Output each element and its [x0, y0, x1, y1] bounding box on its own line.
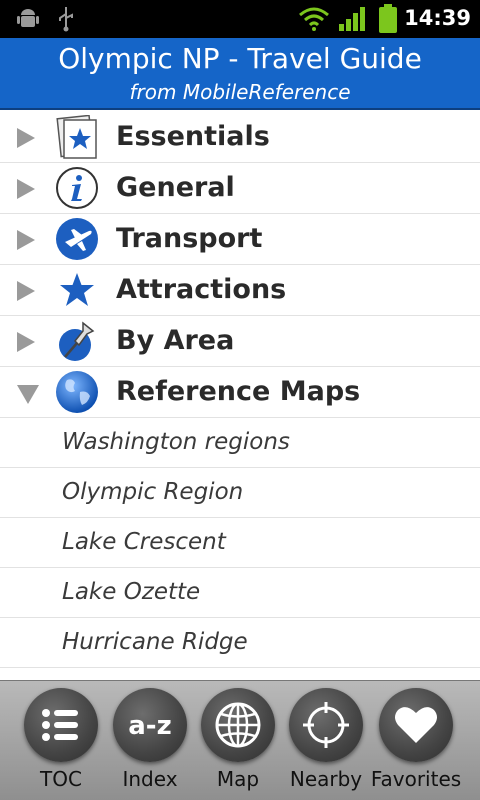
pushpin-icon [59, 321, 95, 361]
tab-label: Map [216, 767, 260, 791]
category-attractions[interactable]: Attractions [0, 265, 480, 316]
map-item-label: Hurricane Ridge [62, 629, 248, 655]
tab-label: TOC [40, 767, 82, 791]
map-item-label: Lake Crescent [62, 529, 226, 555]
category-label: Essentials [116, 121, 270, 152]
tab-label: Favorites [370, 767, 462, 791]
collapse-arrow-icon [17, 385, 39, 404]
category-general[interactable]: General [0, 163, 480, 214]
clock: 14:39 [404, 6, 471, 30]
category-label: By Area [116, 325, 235, 356]
wifi-icon [299, 7, 329, 31]
toc-list: Essentials General Transport Attractions [0, 112, 480, 668]
category-label: General [116, 172, 235, 203]
expand-arrow-icon [17, 281, 35, 301]
category-label: Reference Maps [116, 376, 361, 407]
map-item-hurricane-ridge[interactable]: Hurricane Ridge [0, 618, 480, 668]
tab-favorites[interactable]: Favorites [368, 681, 464, 800]
android-debug-icon [17, 9, 39, 27]
expand-arrow-icon [17, 230, 35, 250]
bottom-tab-bar: TOC a-z Index Map Nearby Favorites [0, 680, 480, 800]
a-z-icon: a-z [128, 711, 171, 741]
map-button[interactable] [201, 688, 275, 762]
map-item-olympic-region[interactable]: Olympic Region [0, 468, 480, 518]
index-button[interactable]: a-z [113, 688, 187, 762]
globe-grid-icon [215, 702, 261, 748]
category-reference-maps[interactable]: Reference Maps [0, 367, 480, 418]
status-bar: 14:39 [0, 0, 480, 38]
toc-button[interactable] [24, 688, 98, 762]
star-icon [60, 273, 94, 306]
tab-index[interactable]: a-z Index [102, 681, 198, 800]
signal-icon [339, 7, 365, 31]
globe-icon [56, 371, 98, 413]
category-label: Transport [116, 223, 263, 254]
tab-map[interactable]: Map [190, 681, 286, 800]
category-label: Attractions [116, 274, 287, 305]
airplane-icon [56, 218, 98, 260]
essentials-icon [56, 115, 97, 159]
heart-icon [395, 707, 437, 743]
map-item-lake-ozette[interactable]: Lake Ozette [0, 568, 480, 618]
crosshair-icon [303, 702, 349, 748]
svg-text:a-z: a-z [128, 711, 171, 741]
favorites-button[interactable] [379, 688, 453, 762]
info-icon [56, 167, 98, 209]
map-item-label: Lake Ozette [62, 579, 201, 605]
tab-label: Index [122, 767, 178, 791]
expand-arrow-icon [17, 179, 35, 199]
category-by-area[interactable]: By Area [0, 316, 480, 367]
map-item-lake-crescent[interactable]: Lake Crescent [0, 518, 480, 568]
app-subtitle: from MobileReference [129, 80, 351, 104]
tab-label: Nearby [289, 767, 363, 791]
category-essentials[interactable]: Essentials [0, 112, 480, 163]
list-icon [42, 709, 78, 741]
expand-arrow-icon [17, 332, 35, 352]
tab-nearby[interactable]: Nearby [278, 681, 374, 800]
nearby-button[interactable] [289, 688, 363, 762]
battery-icon [379, 4, 397, 33]
app-header: Olympic NP - Travel Guide from MobileRef… [0, 38, 480, 110]
map-item-label: Olympic Region [62, 479, 244, 505]
map-item-label: Washington regions [62, 429, 290, 455]
category-transport[interactable]: Transport [0, 214, 480, 265]
app-title: Olympic NP - Travel Guide [58, 42, 422, 75]
map-item-washington-regions[interactable]: Washington regions [0, 418, 480, 468]
tab-toc[interactable]: TOC [13, 681, 109, 800]
usb-icon [59, 7, 73, 32]
expand-arrow-icon [17, 128, 35, 148]
